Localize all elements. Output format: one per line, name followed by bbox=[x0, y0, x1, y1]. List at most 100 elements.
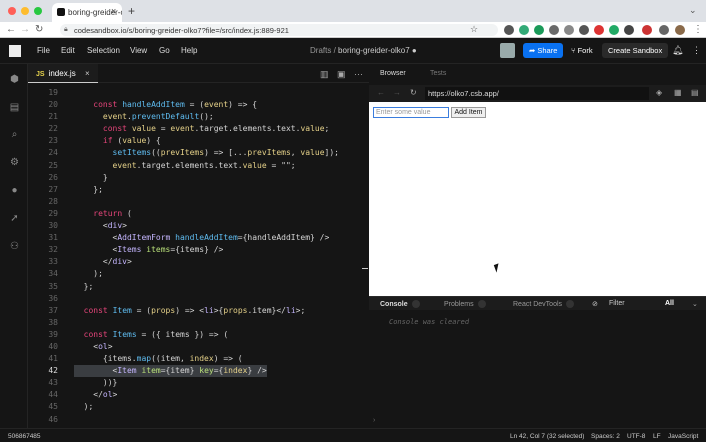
code-line[interactable]: 30 <div> bbox=[28, 220, 369, 232]
minimize-window-icon[interactable] bbox=[21, 7, 29, 15]
file-tab-index-js[interactable]: JS index.js × bbox=[28, 64, 98, 83]
code-line[interactable]: 20 const handleAddItem = (event) => { bbox=[28, 99, 369, 111]
code-line[interactable]: 44 </ol> bbox=[28, 389, 369, 401]
breadcrumb-folder[interactable]: Drafts bbox=[310, 46, 331, 55]
code-line[interactable]: 40 <ol> bbox=[28, 341, 369, 353]
forward-icon[interactable]: → bbox=[20, 23, 30, 36]
github-icon[interactable]: ● bbox=[9, 185, 20, 196]
extension-icon[interactable] bbox=[642, 25, 652, 35]
fork-button[interactable]: ⑂ Fork bbox=[565, 43, 599, 58]
extension-icon[interactable] bbox=[579, 25, 589, 35]
indentation[interactable]: Spaces: 2 bbox=[591, 433, 620, 440]
notification-bell-icon[interactable]: 🔔︎ bbox=[672, 45, 683, 56]
code-line[interactable]: 46 bbox=[28, 414, 369, 426]
preview-back-icon[interactable]: ← bbox=[377, 88, 385, 97]
extension-icon[interactable] bbox=[549, 25, 559, 35]
bookmark-star-icon[interactable]: ☆ bbox=[470, 23, 478, 36]
close-tab-icon[interactable]: × bbox=[111, 7, 116, 16]
code-line[interactable]: 39 const Items = ({ items }) => ( bbox=[28, 329, 369, 341]
menu-help[interactable]: Help bbox=[181, 46, 197, 55]
code-line[interactable]: 22 const value = event.target.elements.t… bbox=[28, 123, 369, 135]
preview-url-input[interactable]: https://olko7.csb.app/ bbox=[425, 87, 649, 100]
layout-icon[interactable]: ▤ bbox=[691, 88, 699, 97]
preview-reload-icon[interactable]: ↻ bbox=[410, 88, 417, 97]
code-line[interactable]: 27 }; bbox=[28, 184, 369, 196]
code-line[interactable]: 26 } bbox=[28, 172, 369, 184]
back-icon[interactable]: ← bbox=[6, 23, 16, 36]
enter-value-input[interactable]: Enter some value bbox=[373, 107, 449, 118]
code-line[interactable]: 24 setItems((prevItems) => [...prevItems… bbox=[28, 147, 369, 159]
code-line[interactable]: 23 if (value) { bbox=[28, 135, 369, 147]
extension-icon[interactable] bbox=[564, 25, 574, 35]
user-avatar[interactable] bbox=[500, 43, 515, 58]
clear-console-icon[interactable]: ⊘ bbox=[592, 300, 598, 308]
browser-menu-icon[interactable]: ⋮ bbox=[693, 23, 703, 36]
code-line[interactable]: 21 event.preventDefault(); bbox=[28, 111, 369, 123]
add-item-button[interactable]: Add Item bbox=[451, 107, 486, 118]
code-line[interactable]: 29 return ( bbox=[28, 208, 369, 220]
code-line[interactable]: 37 const Item = (props) => <li>{props.it… bbox=[28, 305, 369, 317]
reload-icon[interactable]: ↻ bbox=[35, 23, 43, 36]
code-line[interactable]: 33 </div> bbox=[28, 256, 369, 268]
preview-forward-icon[interactable]: → bbox=[393, 88, 401, 97]
code-line[interactable]: 35 }; bbox=[28, 281, 369, 293]
search-icon[interactable]: ⌕ bbox=[9, 129, 20, 140]
extension-icon[interactable] bbox=[504, 25, 514, 35]
language-mode[interactable]: JavaScript bbox=[668, 433, 698, 440]
sandbox-name[interactable]: boring-greider-olko7 bbox=[338, 46, 410, 55]
codesandbox-logo-icon[interactable] bbox=[9, 45, 21, 57]
code-line[interactable]: 34 ); bbox=[28, 268, 369, 280]
code-line[interactable]: 32 <Items items={items} /> bbox=[28, 244, 369, 256]
tab-browser[interactable]: Browser bbox=[380, 70, 406, 77]
log-level-select[interactable]: All bbox=[665, 300, 674, 307]
explorer-icon[interactable]: ▤ bbox=[9, 102, 20, 113]
minimize-console-icon[interactable]: ⌄ bbox=[692, 300, 698, 308]
extension-icon[interactable] bbox=[594, 25, 604, 35]
open-new-window-icon[interactable]: ◈ bbox=[656, 88, 662, 97]
code-line[interactable]: 36 bbox=[28, 293, 369, 305]
split-handle[interactable] bbox=[362, 268, 368, 269]
sandbox-info-icon[interactable]: ⬢ bbox=[9, 74, 20, 85]
code-line[interactable]: 25 event.target.elements.text.value = ""… bbox=[28, 160, 369, 172]
menu-view[interactable]: View bbox=[130, 46, 147, 55]
more-actions-icon[interactable]: ··· bbox=[354, 69, 363, 79]
live-users-icon[interactable]: ⚇ bbox=[9, 241, 20, 252]
extension-icon[interactable] bbox=[624, 25, 634, 35]
tab-problems[interactable]: Problems bbox=[444, 300, 486, 308]
console-filter-input[interactable]: Filter bbox=[609, 300, 625, 307]
encoding[interactable]: UTF-8 bbox=[627, 433, 645, 440]
tab-tests[interactable]: Tests bbox=[430, 70, 446, 77]
end-of-line[interactable]: LF bbox=[653, 433, 661, 440]
maximize-window-icon[interactable] bbox=[34, 7, 42, 15]
extension-icon[interactable] bbox=[519, 25, 529, 35]
menu-go[interactable]: Go bbox=[159, 46, 170, 55]
deploy-rocket-icon[interactable]: ➚ bbox=[9, 213, 20, 224]
grammarly-icon[interactable] bbox=[534, 25, 544, 35]
menu-file[interactable]: File bbox=[37, 46, 50, 55]
tab-react-devtools[interactable]: React DevTools bbox=[513, 300, 575, 308]
menu-edit[interactable]: Edit bbox=[61, 46, 75, 55]
tab-console[interactable]: Console bbox=[380, 300, 420, 308]
new-tab-icon[interactable]: + bbox=[128, 5, 135, 17]
code-line[interactable]: 43 ))} bbox=[28, 377, 369, 389]
create-sandbox-button[interactable]: Create Sandbox bbox=[602, 43, 669, 58]
settings-gear-icon[interactable]: ⚙ bbox=[9, 157, 20, 168]
profile-avatar[interactable] bbox=[675, 25, 685, 35]
code-line[interactable]: 31 <AddItemForm handleAddItem={handleAdd… bbox=[28, 232, 369, 244]
code-line[interactable]: 42💡︎ <Item item={item} key={index} /> bbox=[28, 365, 369, 378]
code-line[interactable]: 45 ); bbox=[28, 401, 369, 413]
code-line[interactable]: 19 bbox=[28, 87, 369, 99]
toggle-preview-icon[interactable]: ▣ bbox=[337, 69, 346, 80]
code-lines[interactable]: 19 20 const handleAddItem = (event) => {2… bbox=[28, 87, 369, 426]
code-line[interactable]: 38 bbox=[28, 317, 369, 329]
extension-icon[interactable] bbox=[609, 25, 619, 35]
share-button[interactable]: ➦ Share bbox=[523, 43, 564, 58]
menu-selection[interactable]: Selection bbox=[87, 46, 120, 55]
address-bar[interactable]: 🔒︎ codesandbox.io/s/boring-greider-olko7… bbox=[60, 24, 498, 36]
code-line[interactable]: 28 bbox=[28, 196, 369, 208]
close-window-icon[interactable] bbox=[8, 7, 16, 15]
chevron-down-icon[interactable]: ⌄ bbox=[689, 5, 697, 16]
code-line[interactable]: 41 {items.map((item, index) => ( bbox=[28, 353, 369, 365]
close-icon[interactable]: × bbox=[85, 69, 90, 78]
split-editor-icon[interactable]: ▥ bbox=[320, 69, 329, 80]
